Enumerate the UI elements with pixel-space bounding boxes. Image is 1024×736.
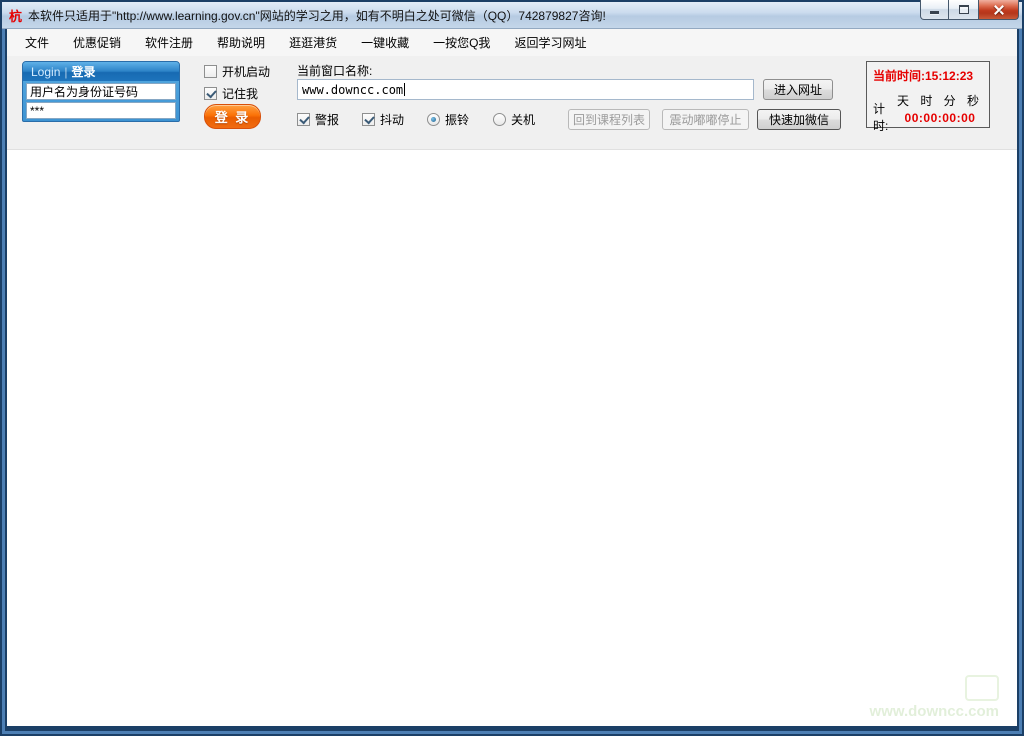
menu-item-shopping[interactable]: 逛逛港货 xyxy=(277,30,349,55)
checkbox-checked-icon xyxy=(204,87,217,100)
elapsed-value: 00:00:00:00 xyxy=(897,111,983,125)
menu-item-bookmark[interactable]: 一键收藏 xyxy=(349,30,421,55)
autostart-label: 开机启动 xyxy=(222,63,270,80)
checkbox-checked-icon xyxy=(362,113,375,126)
checkbox-checked-icon xyxy=(297,113,310,126)
text-caret xyxy=(404,83,405,96)
current-time-label: 当前时间: xyxy=(873,69,925,83)
close-icon xyxy=(993,4,1005,16)
ring-radio[interactable]: 振铃 xyxy=(427,111,469,128)
menu-item-file[interactable]: 文件 xyxy=(13,30,61,55)
menu-item-help[interactable]: 帮助说明 xyxy=(205,30,277,55)
menu-item-promotions[interactable]: 优惠促销 xyxy=(61,30,133,55)
radio-icon xyxy=(493,113,506,126)
autostart-checkbox[interactable]: 开机启动 xyxy=(204,63,270,80)
caption-buttons xyxy=(920,0,1019,20)
app-icon: 杭 xyxy=(9,6,22,25)
shake-checkbox[interactable]: 抖动 xyxy=(362,111,404,128)
alarm-label: 警报 xyxy=(315,111,339,128)
radio-selected-icon xyxy=(427,113,440,126)
login-button[interactable]: 登 录 xyxy=(204,104,261,129)
add-wechat-button[interactable]: 快速加微信 xyxy=(757,109,841,130)
title-bar: 杭 本软件只适用于"http://www.learning.gov.cn"网站的… xyxy=(2,2,1022,29)
checkbox-icon xyxy=(204,65,217,78)
login-header-zh: 登录 xyxy=(72,63,96,80)
tool-band: Login | 登录 开机启动 记住我 登 录 当前窗口名称: w xyxy=(7,56,1017,150)
elapsed-label: 计时: xyxy=(873,100,894,134)
back-to-course-button: 回到课程列表 xyxy=(568,109,650,130)
login-panel-header: Login | 登录 xyxy=(23,62,179,81)
watermark: www.downcc.com xyxy=(870,675,999,720)
main-content-area: www.downcc.com xyxy=(7,150,1017,726)
window-name-label: 当前窗口名称: xyxy=(297,62,372,79)
remember-me-label: 记住我 xyxy=(222,85,258,102)
client-area: 文件 优惠促销 软件注册 帮助说明 逛逛港货 一键收藏 一按您Q我 返回学习网址… xyxy=(7,29,1017,726)
login-header-divider: | xyxy=(64,65,67,79)
app-window: 杭 本软件只适用于"http://www.learning.gov.cn"网站的… xyxy=(0,0,1024,736)
shutdown-radio[interactable]: 关机 xyxy=(493,111,535,128)
enter-url-button[interactable]: 进入网址 xyxy=(763,79,833,100)
minimize-icon xyxy=(930,11,939,14)
minimize-button[interactable] xyxy=(920,0,949,20)
url-input[interactable]: www.downcc.com xyxy=(297,79,754,100)
window-title: 本软件只适用于"http://www.learning.gov.cn"网站的学习… xyxy=(28,7,606,24)
maximize-button[interactable] xyxy=(949,0,978,20)
login-header-en: Login xyxy=(31,65,60,79)
username-input[interactable] xyxy=(26,83,176,100)
maximize-icon xyxy=(959,5,969,14)
timer-units-label: 天 时 分 秒 xyxy=(897,92,983,109)
remember-me-checkbox[interactable]: 记住我 xyxy=(204,85,258,102)
close-button[interactable] xyxy=(978,0,1019,20)
ring-label: 振铃 xyxy=(445,111,469,128)
login-panel: Login | 登录 xyxy=(22,61,180,122)
menu-bar: 文件 优惠促销 软件注册 帮助说明 逛逛港货 一键收藏 一按您Q我 返回学习网址 xyxy=(7,29,1017,56)
menu-item-register[interactable]: 软件注册 xyxy=(133,30,205,55)
menu-item-return-site[interactable]: 返回学习网址 xyxy=(502,30,598,55)
menu-item-contact-qq[interactable]: 一按您Q我 xyxy=(421,30,502,55)
url-value: www.downcc.com xyxy=(302,83,403,97)
password-input[interactable] xyxy=(26,102,176,119)
watermark-text: www.downcc.com xyxy=(870,703,999,720)
watermark-logo-icon xyxy=(965,675,999,701)
alarm-checkbox[interactable]: 警报 xyxy=(297,111,339,128)
stop-vibration-button: 震动嘟嘟停止 xyxy=(662,109,749,130)
timer-panel: 当前时间:15:12:23 计时: 天 时 分 秒 00:00:00:00 xyxy=(866,61,990,128)
shake-label: 抖动 xyxy=(380,111,404,128)
current-time-value: 15:12:23 xyxy=(925,69,973,83)
shutdown-label: 关机 xyxy=(511,111,535,128)
